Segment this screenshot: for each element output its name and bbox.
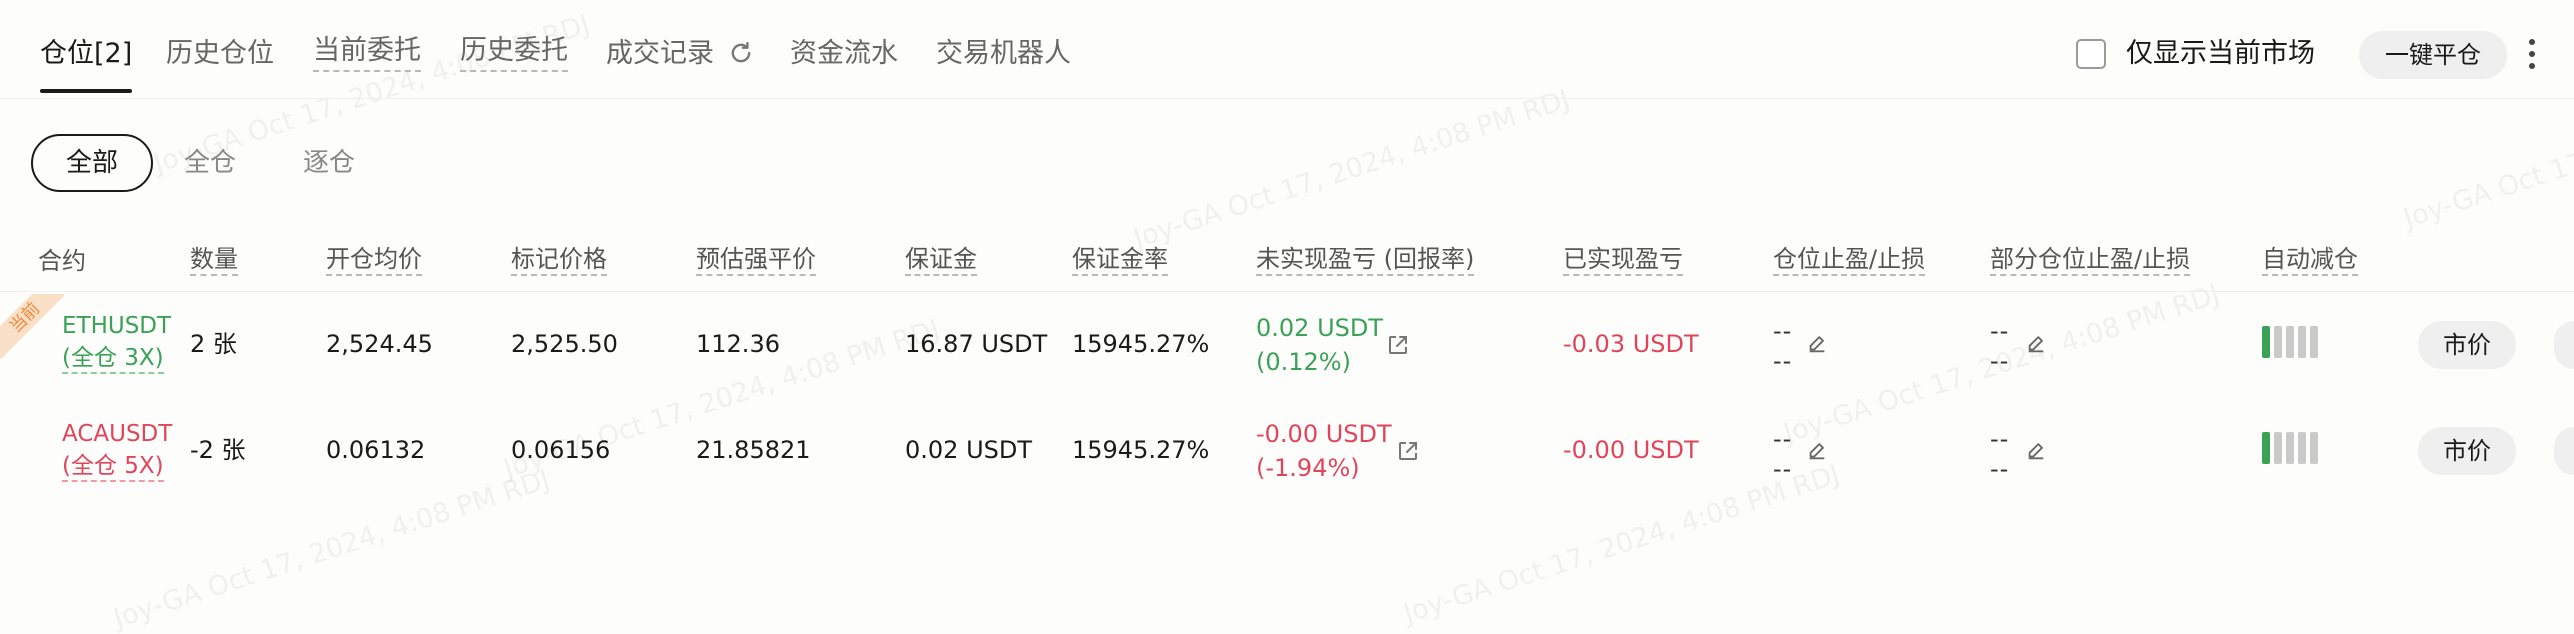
row-sl-value: -- <box>1773 347 1793 375</box>
row-sl-value: -- <box>1773 455 1793 483</box>
row-margin-mode[interactable]: (全仓 5X) <box>62 452 164 482</box>
tabs-divider <box>0 98 2574 99</box>
share-icon[interactable] <box>1396 439 1420 463</box>
header-partial-tpsl: 部分仓位止盈/止损 <box>1990 244 2191 276</box>
current-market-badge: 当前 <box>0 294 64 358</box>
row-quantity: -2 张 <box>190 436 246 464</box>
tab-order-history[interactable]: 历史委托 <box>460 34 568 72</box>
watermark: Joy-GA Oct 17, 2024, 4:08 PM RDJ <box>110 464 554 634</box>
tab-trading-bots[interactable]: 交易机器人 <box>936 34 1071 74</box>
header-margin: 保证金 <box>905 244 977 276</box>
row-symbol[interactable]: ETHUSDT <box>62 310 171 342</box>
header-mark-price: 标记价格 <box>511 244 607 276</box>
filter-isolated[interactable]: 逐仓 <box>303 134 355 192</box>
adl-indicator <box>2262 432 2318 464</box>
share-icon[interactable] <box>1386 333 1410 357</box>
refresh-icon[interactable] <box>727 39 755 67</box>
row-tp-value: -- <box>1773 317 1793 345</box>
row-realized-pnl: -0.03 USDT <box>1563 330 1699 358</box>
row-roe: (-1.94%) <box>1256 454 1360 482</box>
row-margin-mode[interactable]: (全仓 3X) <box>62 344 164 374</box>
row-margin-rate: 15945.27% <box>1072 330 1210 358</box>
more-vertical-icon[interactable] <box>2522 34 2542 74</box>
row-roe: (0.12%) <box>1256 348 1351 376</box>
header-contract: 合约 <box>38 247 86 275</box>
tab-trade-history[interactable]: 成交记录 <box>606 34 714 74</box>
edit-partial-tpsl-icon[interactable] <box>2025 333 2047 355</box>
row-tp-value: -- <box>1773 425 1793 453</box>
limit-close-button[interactable] <box>2554 321 2574 369</box>
header-unrealized-pnl: 未实现盈亏 (回报率) <box>1256 244 1475 276</box>
edit-tpsl-icon[interactable] <box>1806 333 1828 355</box>
active-tab-indicator <box>40 89 132 93</box>
only-current-market-checkbox[interactable] <box>2076 39 2106 69</box>
only-current-market-label[interactable]: 仅显示当前市场 <box>2126 34 2315 74</box>
filter-cross[interactable]: 全仓 <box>184 134 236 192</box>
row-realized-pnl: -0.00 USDT <box>1563 436 1699 464</box>
header-quantity: 数量 <box>190 244 238 276</box>
row-margin: 0.02 USDT <box>905 436 1033 464</box>
header-margin-rate: 保证金率 <box>1072 244 1168 276</box>
row-margin-rate: 15945.27% <box>1072 436 1210 464</box>
tab-open-orders[interactable]: 当前委托 <box>313 34 421 72</box>
adl-indicator <box>2262 326 2318 358</box>
header-liq-price: 预估强平价 <box>696 244 816 276</box>
row-entry-price: 0.06132 <box>326 436 426 464</box>
row-unrealized-pnl: 0.02 USDT <box>1256 314 1384 342</box>
header-auto-deleverage: 自动减仓 <box>2262 244 2358 276</box>
row-symbol[interactable]: ACAUSDT <box>62 418 172 450</box>
row-partial-tp-value: -- <box>1990 425 2010 453</box>
market-close-button[interactable]: 市价 <box>2418 321 2516 369</box>
row-unrealized-pnl: -0.00 USDT <box>1256 420 1392 448</box>
edit-partial-tpsl-icon[interactable] <box>2025 440 2047 462</box>
header-realized-pnl: 已实现盈亏 <box>1563 244 1683 276</box>
row-liq-price: 21.85821 <box>696 436 811 464</box>
market-close-button[interactable]: 市价 <box>2418 427 2516 475</box>
header-divider <box>0 291 2574 292</box>
watermark: Joy-GA Oct 17, 2024, 4:08 PM RDJ <box>1130 84 1574 255</box>
row-quantity: 2 张 <box>190 330 237 358</box>
row-entry-price: 2,524.45 <box>326 330 433 358</box>
tab-positions[interactable]: 仓位[2] <box>40 34 132 74</box>
row-mark-price: 0.06156 <box>511 436 611 464</box>
close-all-button[interactable]: 一键平仓 <box>2359 31 2507 79</box>
header-tpsl: 仓位止盈/止损 <box>1773 244 1926 276</box>
row-partial-sl-value: -- <box>1990 455 2010 483</box>
watermark: Joy-GA Oct 17, 2024, 4:08 PM RDJ <box>1400 459 1844 630</box>
row-partial-sl-value: -- <box>1990 347 2010 375</box>
edit-tpsl-icon[interactable] <box>1806 440 1828 462</box>
filter-all[interactable]: 全部 <box>31 134 153 192</box>
tab-funding-flow[interactable]: 资金流水 <box>790 34 898 74</box>
watermark: Joy-GA Oct 17, 2024, 4:08 PM RDJ <box>2400 64 2574 235</box>
limit-close-button[interactable] <box>2554 427 2574 475</box>
row-liq-price: 112.36 <box>696 330 780 358</box>
row-margin: 16.87 USDT <box>905 330 1048 358</box>
row-mark-price: 2,525.50 <box>511 330 618 358</box>
tab-position-history[interactable]: 历史仓位 <box>166 34 274 74</box>
header-entry-price: 开仓均价 <box>326 244 422 276</box>
row-partial-tp-value: -- <box>1990 317 2010 345</box>
